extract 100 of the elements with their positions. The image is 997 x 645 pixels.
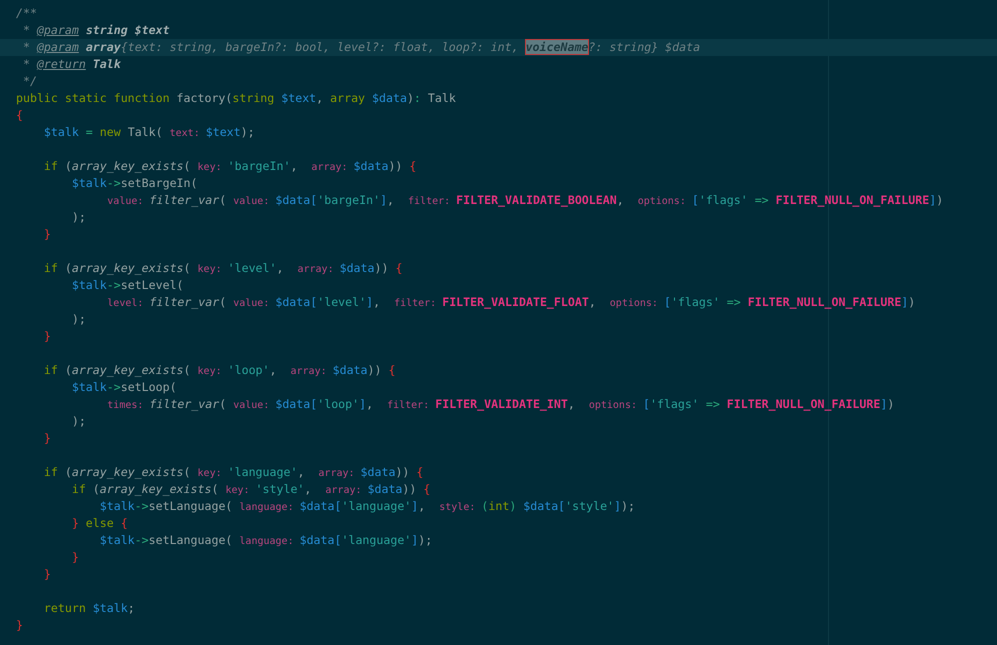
parameter-hint: key: bbox=[198, 468, 222, 479]
code-variable: $data[ bbox=[522, 499, 566, 513]
code-operator: -> bbox=[106, 176, 121, 190]
code-text: , bbox=[270, 363, 278, 377]
code-keyword: public static function bbox=[16, 91, 170, 105]
parameter-hint: filter: bbox=[394, 298, 436, 309]
code-operator: -> bbox=[134, 499, 149, 513]
code-keyword: int bbox=[488, 499, 510, 513]
function-call: array_key_exists bbox=[72, 363, 184, 377]
parameter-hint: options: bbox=[588, 400, 637, 411]
function-call: filter_var bbox=[149, 295, 220, 309]
code-variable: $talk bbox=[92, 601, 128, 615]
code-brace: { bbox=[408, 159, 416, 173]
code-keyword: return bbox=[42, 601, 86, 615]
code-text: setLoop( bbox=[120, 380, 177, 394]
parameter-hint: array: bbox=[297, 264, 334, 275]
code-string: 'loop' bbox=[317, 397, 360, 411]
code-variable: $data[ bbox=[300, 499, 342, 513]
code-comment: * bbox=[22, 40, 31, 54]
code-text: ( bbox=[184, 465, 191, 479]
code-text: setLanguage( bbox=[148, 533, 232, 547]
code-variable: ] bbox=[880, 397, 888, 411]
parameter-hint: key: bbox=[198, 366, 222, 377]
code-brace: { bbox=[415, 465, 424, 479]
code-text: setBargeIn( bbox=[120, 176, 198, 190]
code-string: 'style' bbox=[565, 499, 614, 513]
parameter-hint: value: bbox=[233, 400, 270, 411]
code-string: 'language' bbox=[341, 533, 412, 547]
code-keyword: if bbox=[42, 159, 58, 173]
code-keyword: else bbox=[84, 516, 114, 530]
code-variable: $talk bbox=[42, 125, 79, 139]
code-text: ); bbox=[70, 210, 86, 224]
code-constant: FILTER_NULL_ON_FAILURE bbox=[776, 193, 930, 207]
code-brace: { bbox=[387, 363, 396, 377]
code-variable: $talk bbox=[98, 533, 135, 547]
code-variable: $text bbox=[206, 125, 241, 139]
code-text: ); bbox=[621, 499, 635, 513]
code-variable: $data[ bbox=[275, 397, 318, 411]
code-text: , bbox=[366, 397, 374, 411]
code-comment: * bbox=[22, 57, 31, 71]
code-text: ( bbox=[92, 482, 100, 496]
code-text: ( bbox=[184, 159, 191, 173]
code-text: ( bbox=[184, 363, 191, 377]
code-string: 'bargeIn' bbox=[317, 193, 380, 207]
code-text: )) bbox=[402, 482, 416, 496]
code-text: , bbox=[304, 482, 312, 496]
code-text: ( bbox=[219, 193, 226, 207]
parameter-hint: array: bbox=[311, 162, 348, 173]
code-text: , bbox=[568, 397, 576, 411]
code-variable: $data[ bbox=[275, 193, 318, 207]
code-constant: FILTER_NULL_ON_FAILURE bbox=[748, 295, 902, 309]
doc-type: array bbox=[84, 40, 121, 54]
code-text: ) bbox=[887, 397, 894, 411]
search-match: voiceName bbox=[526, 40, 588, 54]
code-text: )) bbox=[395, 465, 410, 479]
code-keyword: new bbox=[100, 125, 121, 139]
code-text: )) bbox=[388, 159, 402, 173]
code-text: ( bbox=[219, 295, 226, 309]
code-constant: FILTER_VALIDATE_INT bbox=[435, 397, 568, 411]
doc-tag: @param bbox=[36, 40, 79, 54]
parameter-hint: text: bbox=[170, 128, 200, 139]
code-variable: $text bbox=[280, 91, 316, 105]
code-operator: = bbox=[84, 125, 94, 139]
code-brace: } bbox=[42, 227, 51, 241]
code-variable: $data[ bbox=[300, 533, 342, 547]
code-variable: $data bbox=[360, 465, 396, 479]
doc-tag: @return bbox=[36, 57, 86, 71]
code-operator: -> bbox=[106, 278, 121, 292]
function-call: array_key_exists bbox=[72, 261, 184, 275]
code-variable: ] bbox=[380, 193, 388, 207]
code-comment: /** bbox=[16, 6, 37, 20]
parameter-hint: level: bbox=[106, 298, 144, 309]
code-variable: [ bbox=[692, 193, 699, 207]
code-brace: } bbox=[16, 618, 23, 632]
code-text: ( bbox=[64, 261, 72, 275]
code-operator: -> bbox=[134, 533, 149, 547]
parameter-hint: filter: bbox=[408, 196, 450, 207]
function-call: array_key_exists bbox=[72, 465, 184, 479]
code-text: ); bbox=[70, 414, 86, 428]
code-text: ( bbox=[64, 465, 72, 479]
parameter-hint: value: bbox=[233, 196, 270, 207]
code-string: 'loop' bbox=[228, 363, 270, 377]
code-variable: $data bbox=[368, 482, 402, 496]
code-brace: } bbox=[42, 567, 51, 581]
code-string: 'language' bbox=[341, 499, 412, 513]
code-text: ) bbox=[936, 193, 944, 207]
code-text: , bbox=[387, 193, 396, 207]
code-brace: { bbox=[120, 516, 128, 530]
code-variable: $talk bbox=[98, 499, 135, 513]
parameter-hint: times: bbox=[106, 400, 144, 411]
code-variable: ] bbox=[366, 295, 374, 309]
code-brace: { bbox=[16, 108, 23, 122]
code-text: ( bbox=[64, 363, 72, 377]
code-operator: => bbox=[704, 397, 721, 411]
code-variable: ] bbox=[614, 499, 622, 513]
parameter-hint: array: bbox=[318, 468, 355, 479]
code-text: ) bbox=[406, 91, 414, 105]
parameter-hint: value: bbox=[233, 298, 270, 309]
code-variable: $data[ bbox=[275, 295, 318, 309]
code-text: , bbox=[316, 91, 324, 105]
